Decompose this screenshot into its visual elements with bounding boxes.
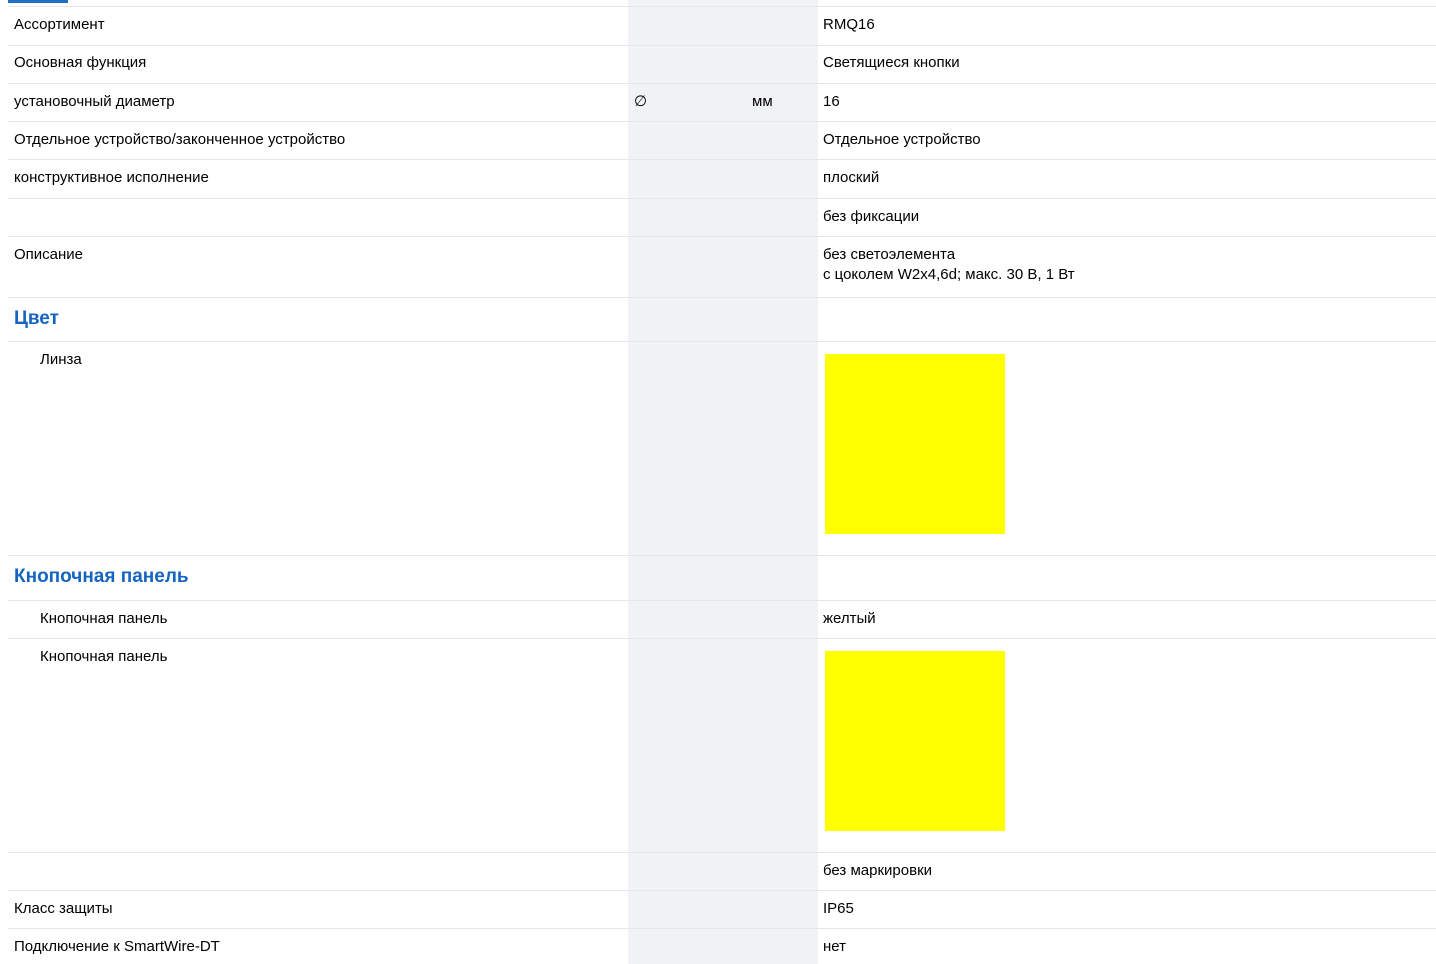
spec-row-device-type: Отдельное устройство/законченное устройс… — [8, 121, 1436, 159]
spec-row-smartwire: Подключение к SmartWire-DT нет — [8, 928, 1436, 964]
spec-row-main-function: Основная функция Светящиеся кнопки — [8, 45, 1436, 83]
section-row-color: Цвет — [8, 297, 1436, 341]
spec-row-protection-class: Класс защиты IP65 — [8, 890, 1436, 928]
button-panel-color-swatch — [825, 651, 1005, 831]
spec-row-assortment: Ассортимент RMQ16 — [8, 6, 1436, 45]
spec-value: без фиксации — [823, 208, 920, 225]
lens-color-swatch — [825, 354, 1005, 534]
spec-value: 16 — [823, 93, 840, 110]
diameter-symbol: ∅ — [634, 93, 648, 110]
spec-row-description: Описание без светоэлемента с цоколем W2x… — [8, 236, 1436, 297]
spec-row-mount-diameter: установочный диаметр ∅ мм 16 — [8, 83, 1436, 121]
spec-value: без маркировки — [823, 862, 933, 879]
spec-label: установочный диаметр — [14, 93, 175, 110]
spec-row-marking: без маркировки — [8, 852, 1436, 890]
spec-label: Кнопочная панель — [40, 610, 168, 627]
spec-value: Светящиеся кнопки — [823, 54, 960, 71]
spec-label: Описание — [14, 246, 84, 263]
spec-row-design: конструктивное исполнение плоский — [8, 159, 1436, 198]
spec-value: RMQ16 — [823, 16, 875, 33]
spec-value: нет — [823, 938, 846, 955]
spec-value: Отдельное устройство — [823, 131, 981, 148]
spec-label: Класс защиты — [14, 900, 113, 917]
spec-value: без светоэлемента с цоколем W2x4,6d; мак… — [823, 246, 1075, 283]
spec-row-latching: без фиксации — [8, 198, 1436, 236]
spec-label: конструктивное исполнение — [14, 169, 209, 186]
spec-label: Подключение к SmartWire-DT — [14, 938, 220, 955]
spec-label: Отдельное устройство/законченное устройс… — [14, 131, 346, 148]
spec-row-lens: Линза — [8, 341, 1436, 555]
section-row-button-panel: Кнопочная панель — [8, 555, 1436, 600]
spec-label: Ассортимент — [14, 16, 105, 33]
spec-label: Кнопочная панель — [40, 648, 168, 665]
section-title: Кнопочная панель — [14, 566, 189, 587]
spec-value: IP65 — [823, 900, 854, 917]
spec-value: плоский — [823, 169, 880, 186]
spec-label: Основная функция — [14, 54, 147, 71]
spec-unit: мм — [752, 93, 773, 110]
spec-label: Линза — [40, 351, 82, 368]
section-title: Цвет — [14, 308, 59, 329]
spec-row-button-panel-swatch: Кнопочная панель — [8, 638, 1436, 852]
spec-value: желтый — [823, 610, 876, 627]
product-spec-table: Ассортимент RMQ16 Основная функция Светя… — [8, 0, 1436, 964]
spec-row-button-panel-color: Кнопочная панель желтый — [8, 600, 1436, 638]
